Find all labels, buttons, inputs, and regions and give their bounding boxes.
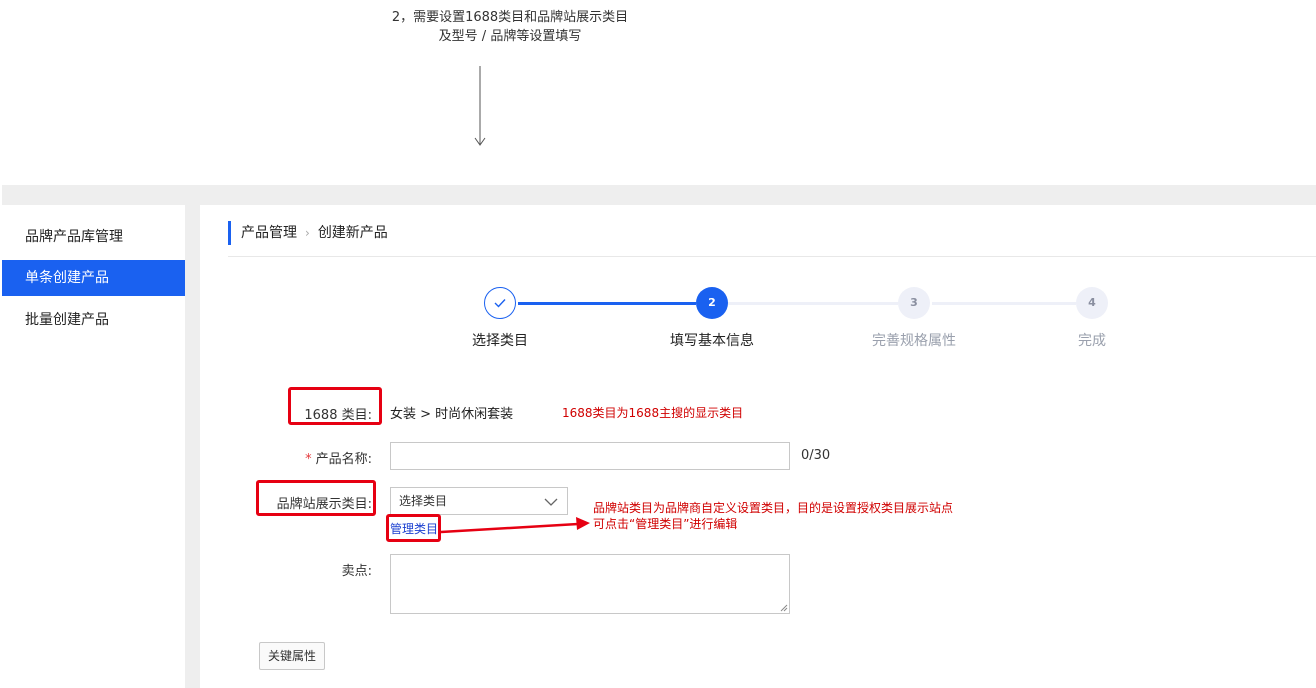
step-label-3: 完善规格属性 [872, 333, 956, 349]
breadcrumb-parent[interactable]: 产品管理 [241, 225, 297, 241]
annotation-brand-note-line1: 品牌站类目为品牌商自定义设置类目，目的是设置授权类目展示站点 [593, 501, 954, 515]
step-label-2: 填写基本信息 [670, 333, 754, 349]
app-frame: 品牌产品库管理 单条创建产品 批量创建产品 产品管理 › 创建新产品 2 3 4 选… [2, 185, 1316, 688]
product-name-label: * 产品名称: [272, 448, 372, 467]
category-value: 女装 > 时尚休闲套装 [390, 407, 514, 422]
annotation-brand-note-line2: 可点击“管理类目”进行编辑 [593, 517, 738, 531]
breadcrumb-current: 创建新产品 [317, 225, 388, 241]
sidebar-item-label: 批量创建产品 [25, 312, 109, 328]
top-annotation-line2: 及型号 / 品牌等设置填写 [438, 29, 582, 44]
breadcrumb: 产品管理 › 创建新产品 [228, 221, 388, 245]
annotation-brand-note: 品牌站类目为品牌商自定义设置类目，目的是设置授权类目展示站点 可点击“管理类目”… [593, 500, 953, 532]
step-circle-4: 4 [1076, 287, 1108, 319]
step-circle-3: 3 [898, 287, 930, 319]
brand-category-select-value: 选择类目 [399, 494, 448, 508]
sidebar-item-label: 品牌产品库管理 [25, 229, 123, 245]
step-connector-pending [932, 302, 1076, 305]
annotation-category-note: 1688类目为1688主搜的显示类目 [562, 406, 744, 420]
chevron-right-icon: › [305, 226, 310, 240]
top-annotation: 2，需要设置1688类目和品牌站展示类目 及型号 / 品牌等设置填写 [380, 8, 640, 46]
product-name-input[interactable] [390, 442, 790, 470]
sidebar-item-batch-create[interactable]: 批量创建产品 [2, 302, 185, 338]
main-panel: 产品管理 › 创建新产品 2 3 4 选择类目 填写基本信息 完善规格属性 完成 1… [200, 205, 1316, 688]
required-mark: * [305, 452, 312, 467]
breadcrumb-divider [228, 256, 1316, 257]
sidebar-item-label: 单条创建产品 [25, 270, 109, 286]
annotation-box-manage-link [386, 514, 441, 542]
step-connector-done [518, 302, 696, 305]
selling-point-textarea[interactable] [390, 554, 790, 614]
annotation-box-brand-category [256, 480, 376, 516]
step-label-1: 选择类目 [472, 333, 528, 349]
sidebar-item-brand-library[interactable]: 品牌产品库管理 [2, 219, 185, 255]
step-progress: 2 3 4 选择类目 填写基本信息 完善规格属性 完成 [200, 287, 1316, 357]
top-annotation-line1: 2，需要设置1688类目和品牌站展示类目 [391, 10, 629, 25]
sidebar-item-single-create[interactable]: 单条创建产品 [2, 260, 185, 296]
product-name-counter: 0/30 [801, 448, 831, 463]
annotation-box-category [288, 387, 382, 425]
step-label-4: 完成 [1078, 333, 1106, 349]
brand-category-select[interactable]: 选择类目 [390, 487, 568, 515]
product-name-label-text: 产品名称: [315, 452, 372, 467]
sidebar: 品牌产品库管理 单条创建产品 批量创建产品 [2, 205, 185, 688]
selling-point-label: 卖点: [341, 564, 372, 579]
chevron-down-icon [544, 498, 558, 506]
check-icon [494, 299, 506, 308]
step-connector-pending [728, 302, 898, 305]
step-circle-2: 2 [696, 287, 728, 319]
down-arrow-icon [474, 66, 486, 146]
step-circle-1 [484, 287, 516, 319]
resize-handle-icon[interactable] [780, 604, 788, 612]
key-attributes-button[interactable]: 关键属性 [259, 642, 325, 670]
